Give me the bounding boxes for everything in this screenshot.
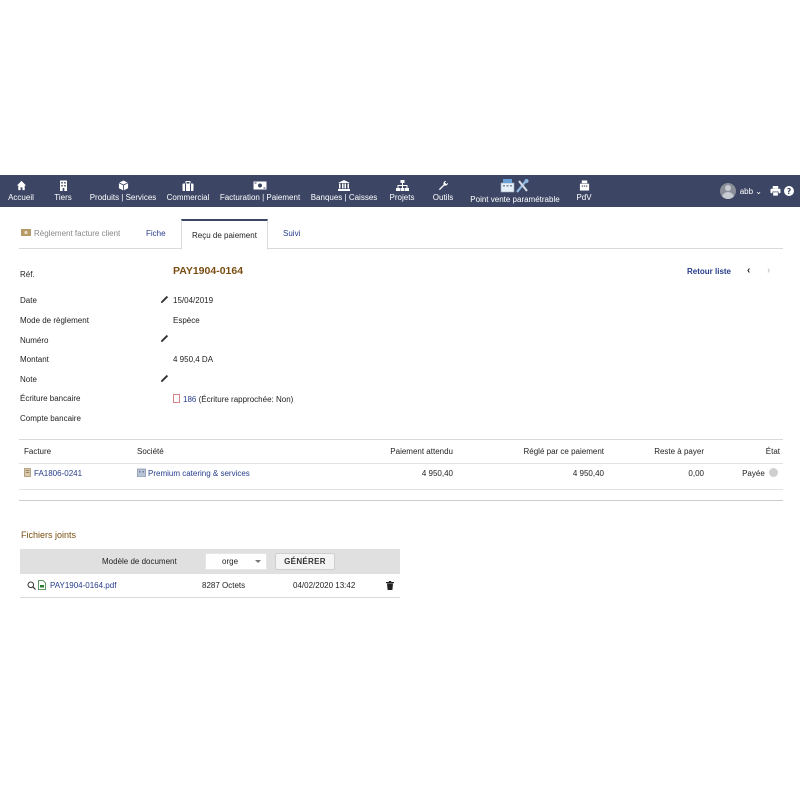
date-label: Date (20, 296, 37, 305)
retour-liste-link[interactable]: Retour liste (687, 267, 731, 276)
col-reste: Reste à payer (654, 447, 704, 456)
pencil-icon[interactable] (160, 295, 169, 304)
invoice-icon (24, 465, 32, 485)
nav-banques-caisses[interactable]: Banques | Caisses (309, 175, 379, 207)
mode-reglement-label: Mode de règlement (20, 316, 89, 325)
money-icon (253, 179, 267, 192)
sitemap-icon (395, 179, 409, 192)
etat-cell: Payée (742, 464, 778, 484)
svg-text:?: ? (787, 187, 792, 196)
nav-point-vente-parametrable[interactable]: Point vente paramétrable (466, 175, 564, 207)
note-label: Note (20, 375, 37, 384)
user-name: abb (739, 186, 754, 196)
nav-produits-services[interactable]: Produits | Services (88, 175, 158, 207)
nav-projets[interactable]: Projets (387, 175, 417, 207)
money-icon (21, 219, 31, 249)
col-societe: Société (137, 447, 164, 456)
briefcase-icon (182, 179, 194, 192)
chevron-left-icon[interactable]: ‹ (747, 265, 750, 276)
company-icon (137, 465, 146, 485)
table-header: Facture Société Paiement attendu Réglé p… (19, 439, 783, 464)
nav-facturation-paiement[interactable]: Facturation | Paiement (218, 175, 302, 207)
company-cell: Premium catering & services (137, 464, 250, 485)
company-link[interactable]: Premium catering & services (148, 469, 250, 478)
col-paiement-attendu: Paiement attendu (390, 447, 453, 456)
table-row: FA1806-0241 Premium catering & services … (19, 464, 783, 490)
modele-label: Modèle de document (102, 557, 177, 566)
user-menu[interactable]: abb ⌄ (740, 187, 762, 196)
chevron-right-icon: › (767, 265, 771, 276)
mode-reglement-value: Espèce (173, 316, 200, 325)
fichiers-joints-title: Fichiers joints (21, 530, 77, 540)
nav-accueil[interactable]: Accueil (6, 175, 36, 207)
ref-value: PAY1904-0164 (173, 265, 244, 277)
ecriture-link[interactable]: 186 (183, 395, 196, 404)
compte-bancaire-label: Compte bancaire (20, 414, 81, 423)
nav-tiers[interactable]: Tiers (50, 175, 76, 207)
status-label: Payée (742, 469, 765, 478)
section-divider (19, 500, 783, 501)
col-facture: Facture (24, 447, 52, 456)
ecriture-bancaire-value: 186 (Écriture rapprochée: Non) (173, 394, 293, 405)
top-navbar: Accueil Tiers Produits | Services Commer… (0, 175, 800, 207)
modele-select[interactable]: orge (205, 553, 267, 570)
wrench-icon (438, 179, 449, 192)
montant-value: 4 950,4 DA (173, 355, 214, 364)
file-row: PAY1904-0164.pdf 8287 Octets 04/02/2020 … (20, 576, 400, 598)
regle-value: 4 950,40 (572, 469, 604, 478)
nav-commercial[interactable]: Commercial (166, 175, 210, 207)
print-icon[interactable] (770, 186, 781, 196)
caret-down-icon (255, 560, 261, 563)
tab-suivi[interactable]: Suivi (273, 219, 310, 249)
date-value: 15/04/2019 (173, 296, 214, 305)
register-icon (579, 179, 590, 192)
file-size: 8287 Octets (202, 581, 246, 590)
building-icon (59, 179, 68, 192)
ref-label: Réf. (20, 270, 35, 279)
document-generator-bar: Modèle de document orge GÉNÉRER (20, 549, 400, 574)
montant-label: Montant (20, 355, 49, 364)
reste-value: 0,00 (688, 469, 704, 478)
nav-pdv[interactable]: PdV (572, 175, 596, 207)
pencil-icon[interactable] (160, 334, 169, 343)
chevron-down-icon: ⌄ (755, 186, 762, 196)
help-icon[interactable]: ? (784, 186, 794, 196)
invoice-link[interactable]: FA1806-0241 (34, 469, 82, 478)
tab-fiche[interactable]: Fiche (136, 219, 176, 249)
pencil-icon[interactable] (160, 374, 169, 383)
col-regle: Réglé par ce paiement (523, 447, 605, 456)
tab-recu-de-paiement[interactable]: Reçu de paiement (181, 219, 268, 250)
generer-button[interactable]: GÉNÉRER (275, 553, 335, 570)
home-icon (16, 179, 27, 192)
numero-label: Numéro (20, 336, 49, 345)
status-dot-icon (769, 468, 778, 477)
file-link[interactable]: PAY1904-0164.pdf (50, 576, 116, 596)
file-date: 04/02/2020 13:42 (293, 581, 356, 590)
trash-icon[interactable] (386, 581, 394, 592)
cash-register-icon (500, 178, 530, 194)
ecriture-bancaire-label: Écriture bancaire (20, 394, 81, 403)
invoice-table: Facture Société Paiement attendu Réglé p… (19, 439, 783, 490)
document-icon (173, 394, 180, 405)
nav-outils[interactable]: Outils (429, 175, 457, 207)
col-etat: État (765, 447, 780, 456)
avatar[interactable] (719, 183, 736, 199)
box-icon (118, 179, 129, 192)
paiement-attendu-value: 4 950,40 (421, 469, 453, 478)
nav-right-area: abb ⌄ ? (719, 175, 800, 207)
pdf-icon (38, 580, 46, 592)
bank-icon (338, 179, 350, 192)
tab-reglement-facture-client[interactable]: Règlement facture client (19, 219, 130, 249)
tab-bar: Règlement facture client Fiche Reçu de p… (19, 219, 783, 250)
zoom-icon[interactable] (27, 581, 36, 592)
invoice-cell: FA1806-0241 (24, 464, 82, 485)
